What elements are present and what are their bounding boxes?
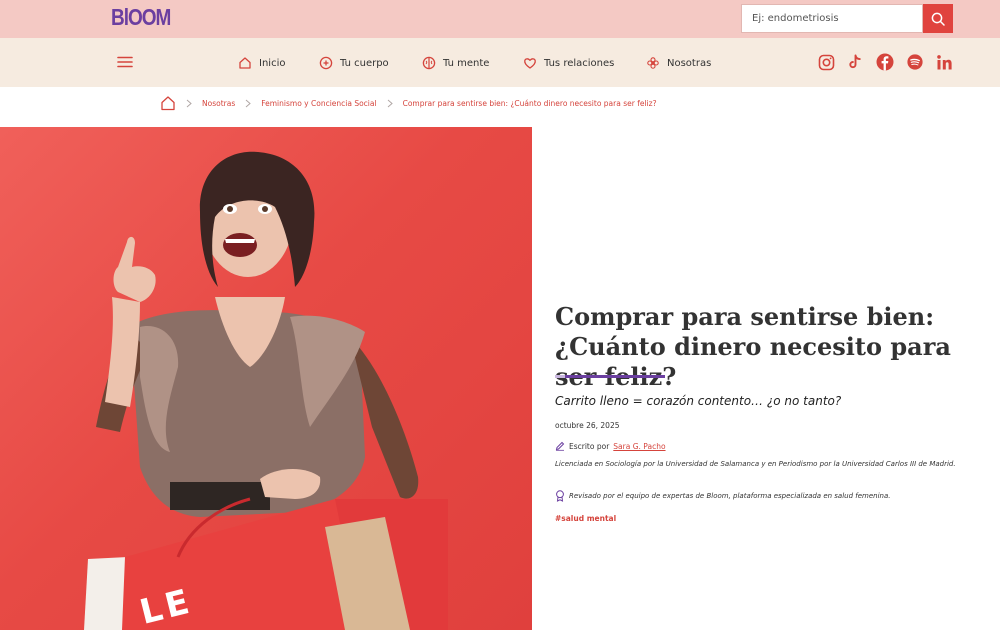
- search-button[interactable]: [923, 4, 953, 33]
- woman-shopping-illustration: [84, 151, 448, 630]
- facebook-icon: [876, 53, 894, 71]
- menu-button[interactable]: [116, 54, 134, 70]
- author-prefix: Escrito por: [569, 441, 610, 451]
- author-link[interactable]: Sara G. Pacho: [613, 442, 665, 451]
- circle-plus-icon: [319, 56, 333, 70]
- article-subtitle: Carrito lleno = corazón contento… ¿o no …: [555, 394, 842, 408]
- nav-item-label: Nosotras: [667, 57, 712, 69]
- hamburger-icon: [117, 56, 133, 68]
- search-bar: [741, 4, 953, 33]
- badge-icon: [556, 490, 564, 502]
- chevron-right-icon: [387, 99, 393, 108]
- article-title: Comprar para sentirse bien: ¿Cuánto dine…: [555, 302, 951, 391]
- chevron-right-icon: [186, 99, 192, 108]
- linkedin-icon: [936, 54, 952, 69]
- nav-item-label: Tu mente: [443, 57, 490, 69]
- spotify-icon: [907, 54, 923, 70]
- nav-item-tu-mente[interactable]: Tu mente: [422, 54, 489, 72]
- title-divider: [555, 375, 665, 378]
- heart-icon: [524, 58, 536, 69]
- nav-item-tus-relaciones[interactable]: Tus relaciones: [523, 54, 614, 72]
- tiktok-icon: [849, 54, 861, 69]
- article-date: octubre 26, 2025: [555, 421, 620, 430]
- review-text: Revisado por el equipo de expertas de Bl…: [569, 492, 891, 500]
- top-bar: BlOOM: [0, 0, 1000, 38]
- linkedin-link[interactable]: [935, 53, 953, 71]
- author-bio: Licenciada en Sociología por la Universi…: [555, 460, 956, 468]
- nav-item-label: Tus relaciones: [544, 57, 615, 69]
- author-line: Escrito por Sara G. Pacho: [555, 441, 666, 451]
- tag-salud-mental[interactable]: #salud mental: [555, 514, 616, 523]
- chevron-right-icon: [245, 99, 251, 108]
- search-icon: [931, 12, 945, 26]
- instagram-icon: [818, 54, 834, 70]
- breadcrumb: Nosotras Feminismo y Conciencia Social C…: [160, 95, 657, 111]
- hero-image: LE: [0, 127, 532, 630]
- brain-icon: [422, 56, 436, 70]
- flower-icon: [647, 57, 659, 69]
- home-icon: [239, 57, 251, 69]
- home-icon[interactable]: [160, 95, 176, 111]
- tiktok-link[interactable]: [846, 53, 864, 71]
- main-nav: Inicio Tu cuerpo Tu mente Tus relaciones: [0, 38, 1000, 87]
- nav-item-tu-cuerpo[interactable]: Tu cuerpo: [319, 54, 389, 72]
- nav-item-label: Tu cuerpo: [340, 57, 389, 69]
- search-input[interactable]: [741, 4, 923, 33]
- nav-item-label: Inicio: [259, 57, 286, 69]
- pencil-icon: [555, 441, 565, 451]
- breadcrumb-feminismo[interactable]: Feminismo y Conciencia Social: [261, 99, 376, 108]
- nav-item-inicio[interactable]: Inicio: [238, 54, 285, 72]
- review-line: Revisado por el equipo de expertas de Bl…: [555, 490, 891, 502]
- bloom-logo[interactable]: BlOOM: [111, 6, 171, 32]
- breadcrumb-current[interactable]: Comprar para sentirse bien: ¿Cuánto dine…: [403, 99, 657, 108]
- breadcrumb-nosotras[interactable]: Nosotras: [202, 99, 235, 108]
- nav-item-nosotras[interactable]: Nosotras: [646, 54, 711, 72]
- spotify-link[interactable]: [906, 53, 924, 71]
- facebook-link[interactable]: [876, 53, 894, 71]
- instagram-link[interactable]: [817, 53, 835, 71]
